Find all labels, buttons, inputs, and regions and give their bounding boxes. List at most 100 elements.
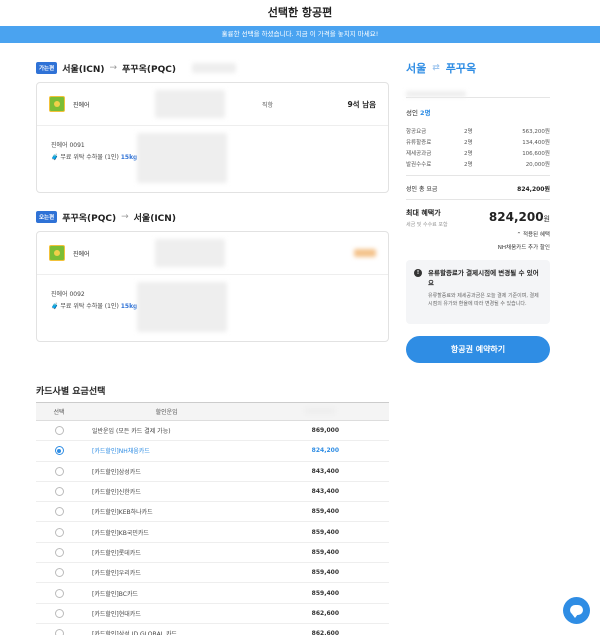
card-price: 843,400 (251, 461, 389, 482)
summary-from: 서울 (406, 62, 427, 75)
radio-button[interactable] (54, 426, 64, 436)
outbound-to: 푸꾸옥(PQC) (122, 64, 176, 75)
fee-amount: 20,000원 (525, 161, 550, 168)
card-row[interactable]: [카드할인]BC카드 859,400 (36, 582, 389, 604)
outbound-badge: 가는편 (36, 62, 58, 74)
outbound-airline: 진에어 (73, 101, 90, 109)
fee-label: 발권수수료 (406, 161, 432, 168)
card-row[interactable]: [카드할인]삼성카드 843,400 (36, 461, 389, 482)
inbound-badge: 오는편 (36, 211, 58, 223)
arrow-icon: → (109, 63, 118, 73)
card-price: 824,200 (251, 440, 389, 462)
card-discount-title: 카드사별 요금선택 (36, 387, 106, 397)
radio-button[interactable] (54, 446, 64, 456)
card-price: 869,000 (251, 420, 389, 442)
page-title: 선택한 항공편 (267, 6, 333, 19)
card-name: [카드할인]삼성카드 (82, 461, 252, 482)
fee-amount: 134,400원 (522, 139, 550, 146)
card-row[interactable]: [카드할인]삼성 ID GLOBAL 카드 862,600 (36, 623, 389, 635)
swap-icon: ⇄ (432, 63, 440, 73)
radio-button[interactable] (54, 629, 64, 635)
card-price: 862,600 (251, 603, 389, 624)
inbound-flight-no: 진에어 0092 (51, 291, 85, 298)
card-price: 859,400 (251, 521, 389, 543)
card-name: 일반운임 (모든 카드 결제 가능) (82, 420, 252, 442)
fee-label: 유류할증료 (406, 139, 432, 146)
radio-button[interactable] (54, 568, 64, 578)
radio-button[interactable] (54, 487, 64, 497)
baggage-weight: 15kg (120, 154, 138, 161)
blurred-seats (354, 249, 376, 257)
radio-button[interactable] (54, 608, 64, 618)
blurred-times (154, 90, 225, 118)
info-icon: ! (414, 269, 422, 277)
blurred-date (191, 63, 236, 73)
fee-count: 2명 (464, 128, 473, 135)
notice-title: 유류할증료가 결제시점에 변경될 수 있어요 (428, 269, 539, 287)
card-row[interactable]: [카드할인]우리카드 859,400 (36, 562, 389, 584)
luggage-icon: 🧳 (51, 303, 59, 310)
applied-benefit-toggle[interactable]: ⌃ 적용된 혜택 (517, 230, 550, 238)
chat-icon[interactable] (563, 597, 590, 624)
summary-to: 푸꾸옥 (445, 62, 477, 75)
card-row[interactable]: [카드할인]현대카드 862,600 (36, 603, 389, 624)
card-row[interactable]: [카드할인]KB국민카드 859,400 (36, 521, 389, 543)
fee-count: 2명 (464, 161, 473, 168)
card-name: [카드할인]NH채움카드 (82, 440, 252, 462)
card-price: 843,400 (251, 481, 389, 503)
card-price: 859,400 (251, 501, 389, 523)
fee-label: 항공요금 (406, 128, 427, 135)
blurred-info (137, 133, 227, 183)
blurred-info (137, 282, 227, 332)
outbound-baggage: 🧳 무료 위탁 수하물 (1인) 15kg (51, 152, 137, 161)
card-price: 859,400 (251, 582, 389, 604)
summary-adults: 성인 2명 (406, 107, 550, 117)
radio-button[interactable] (54, 507, 64, 517)
blurred-header (305, 407, 336, 414)
promo-banner: 훌륭한 선택을 하셨습니다. 지금 이 가격을 놓치지 마세요! (0, 26, 600, 43)
fuel-notice: ! 유류할증료가 결제시점에 변경될 수 있어요 유류할증료와 제세공과금은 오늘… (406, 260, 550, 324)
book-button[interactable]: 항공권 예약하기 (406, 336, 550, 363)
outbound-from: 서울(ICN) (62, 64, 105, 75)
chevron-up-icon: ⌃ (516, 232, 522, 238)
outbound-route: 가는편 서울(ICN) → 푸꾸옥(PQC) (36, 58, 389, 78)
radio-button[interactable] (54, 588, 64, 598)
fee-row: 항공요금 2명 563,200원 (406, 125, 550, 136)
col-price (251, 402, 389, 421)
col-discount: 할인운임 (82, 402, 252, 421)
inbound-from: 푸꾸옥(PQC) (62, 213, 117, 224)
adult-total: 성인 총 요금 824,200원 (406, 175, 550, 195)
max-price-unit: 원 (543, 215, 550, 223)
radio-button[interactable] (54, 466, 64, 476)
baggage-weight: 15kg (120, 303, 138, 310)
max-price: 824,200원 (489, 210, 550, 224)
inbound-route: 오는편 푸꾸옥(PQC) → 서울(ICN) (36, 207, 389, 227)
benefit-detail: NH채움카드 추가 할인 (497, 245, 550, 251)
benefit-label: 적용된 혜택 (522, 232, 550, 238)
inbound-card: 진에어 진에어 0092 🧳 무료 위탁 수하물 (1인) 15kg (36, 231, 389, 342)
fee-count: 2명 (464, 139, 473, 146)
card-name: [카드할인]현대카드 (82, 603, 252, 624)
inbound-to: 서울(ICN) (133, 213, 176, 224)
card-row[interactable]: [카드할인]KEB하나카드 859,400 (36, 501, 389, 523)
fee-amount: 106,600원 (522, 150, 550, 157)
card-name: [카드할인]KEB하나카드 (82, 501, 252, 523)
max-price-value: 824,200 (488, 210, 544, 224)
card-row[interactable]: [카드할인]NH채움카드 824,200 (36, 440, 389, 462)
baggage-label: 무료 위탁 수하물 (1인) (60, 303, 119, 310)
card-row[interactable]: [카드할인]롯데카드 859,400 (36, 542, 389, 564)
arrow-icon: → (121, 212, 129, 222)
card-row[interactable]: 일반운임 (모든 카드 결제 가능) 869,000 (36, 420, 389, 442)
radio-button[interactable] (54, 527, 64, 537)
jinair-logo-icon (49, 245, 65, 261)
card-row[interactable]: [카드할인]신한카드 843,400 (36, 481, 389, 503)
fee-label: 제세공과금 (406, 150, 432, 157)
radio-button[interactable] (54, 547, 64, 557)
card-discount-table: 선택 할인운임 일반운임 (모든 카드 결제 가능) 869,000 [카드할인]N… (36, 402, 389, 635)
card-name: [카드할인]롯데카드 (82, 542, 252, 564)
outbound-seats: 9석 남음 (347, 99, 376, 109)
card-price: 859,400 (251, 542, 389, 564)
luggage-icon: 🧳 (51, 154, 59, 161)
outbound-card: 진에어 직항 9석 남음 진에어 0091 🧳 무료 위탁 수하물 (1인) 1… (36, 82, 389, 193)
max-benefit: 최대 혜택가 세금 및 수수료 포함 824,200원 ⌃ 적용된 혜택 NH채… (406, 199, 550, 255)
